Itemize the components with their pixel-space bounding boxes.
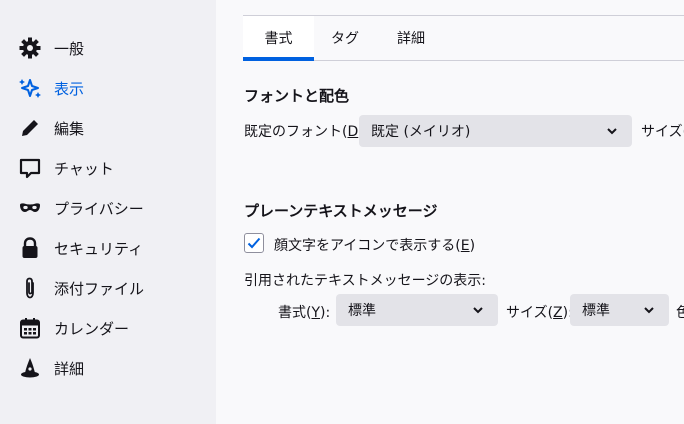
emoticon-checkbox[interactable] xyxy=(244,233,264,253)
chevron-down-icon xyxy=(644,307,654,314)
sidebar-item-label: 添付ファイル xyxy=(54,279,145,298)
quote-size-value: 標準 xyxy=(582,303,610,319)
quoted-text-label: 引用されたテキストメッセージの表示: xyxy=(244,273,487,289)
sidebar-item-label: 表示 xyxy=(54,79,85,98)
checkmark-icon xyxy=(247,237,261,249)
pencil-icon xyxy=(16,114,44,142)
tab-label: 詳細 xyxy=(397,31,425,47)
sidebar-item-chat[interactable]: チャット xyxy=(16,150,206,186)
tab-label: タグ xyxy=(331,31,359,47)
quote-color-label: 色 xyxy=(676,305,684,321)
chevron-down-icon xyxy=(473,307,483,314)
sidebar-item-label: 一般 xyxy=(54,39,85,58)
main-panel: 書式 タグ 詳細 フォントと配色 既定のフォント(D): 既定 (メイリオ) サ… xyxy=(216,0,684,424)
sidebar-item-general[interactable]: 一般 xyxy=(16,30,206,66)
sidebar-item-attachments[interactable]: 添付ファイル xyxy=(16,270,206,306)
sidebar-item-security[interactable]: セキュリティ xyxy=(16,230,206,266)
emoticon-label[interactable]: 顔文字をアイコンで表示する(E) xyxy=(274,235,475,255)
quote-style-select[interactable]: 標準 xyxy=(336,294,498,326)
sidebar-item-privacy[interactable]: プライバシー xyxy=(16,190,206,226)
sidebar: 一般 表示 編集 チャット プライバシー セキュリティ 添付ファイル カレンダー… xyxy=(0,0,216,424)
fonts-colors-heading: フォントと配色 xyxy=(244,87,350,105)
sidebar-item-label: プライバシー xyxy=(54,199,144,218)
sidebar-item-label: 詳細 xyxy=(54,359,85,378)
tab-tags[interactable]: タグ xyxy=(314,16,376,60)
plaintext-heading: プレーンテキストメッセージ xyxy=(244,202,438,220)
default-font-label: 既定のフォント(D): xyxy=(244,124,368,140)
sidebar-item-display[interactable]: 表示 xyxy=(16,70,206,106)
font-size-label: サイズ(S xyxy=(641,124,684,140)
sparkle-icon xyxy=(16,74,44,102)
sidebar-item-advanced[interactable]: 詳細 xyxy=(16,350,206,386)
default-font-select[interactable]: 既定 (メイリオ) xyxy=(359,115,632,147)
tab-strip: 書式 タグ 詳細 xyxy=(243,15,684,61)
mask-icon xyxy=(16,194,44,222)
sidebar-item-label: 編集 xyxy=(54,119,85,138)
wizard-hat-icon xyxy=(16,354,44,382)
paperclip-icon xyxy=(16,274,44,302)
quote-style-value: 標準 xyxy=(348,303,376,319)
quote-style-label: 書式(Y): xyxy=(278,305,331,321)
sidebar-item-label: チャット xyxy=(54,159,114,178)
sidebar-item-editing[interactable]: 編集 xyxy=(16,110,206,146)
chat-bubble-icon xyxy=(16,154,44,182)
calendar-icon xyxy=(16,314,44,342)
sidebar-item-label: カレンダー xyxy=(54,319,130,338)
tab-formatting[interactable]: 書式 xyxy=(243,16,314,61)
tab-label: 書式 xyxy=(264,31,293,47)
sidebar-item-calendar[interactable]: カレンダー xyxy=(16,310,206,346)
sidebar-item-label: セキュリティ xyxy=(54,239,144,258)
quote-size-label: サイズ(Z): xyxy=(506,305,573,321)
quote-size-select[interactable]: 標準 xyxy=(570,294,669,326)
default-font-value: 既定 (メイリオ) xyxy=(371,124,471,140)
tab-details[interactable]: 詳細 xyxy=(376,16,446,60)
gear-icon xyxy=(16,34,44,62)
chevron-down-icon xyxy=(607,128,617,135)
lock-icon xyxy=(16,234,44,262)
